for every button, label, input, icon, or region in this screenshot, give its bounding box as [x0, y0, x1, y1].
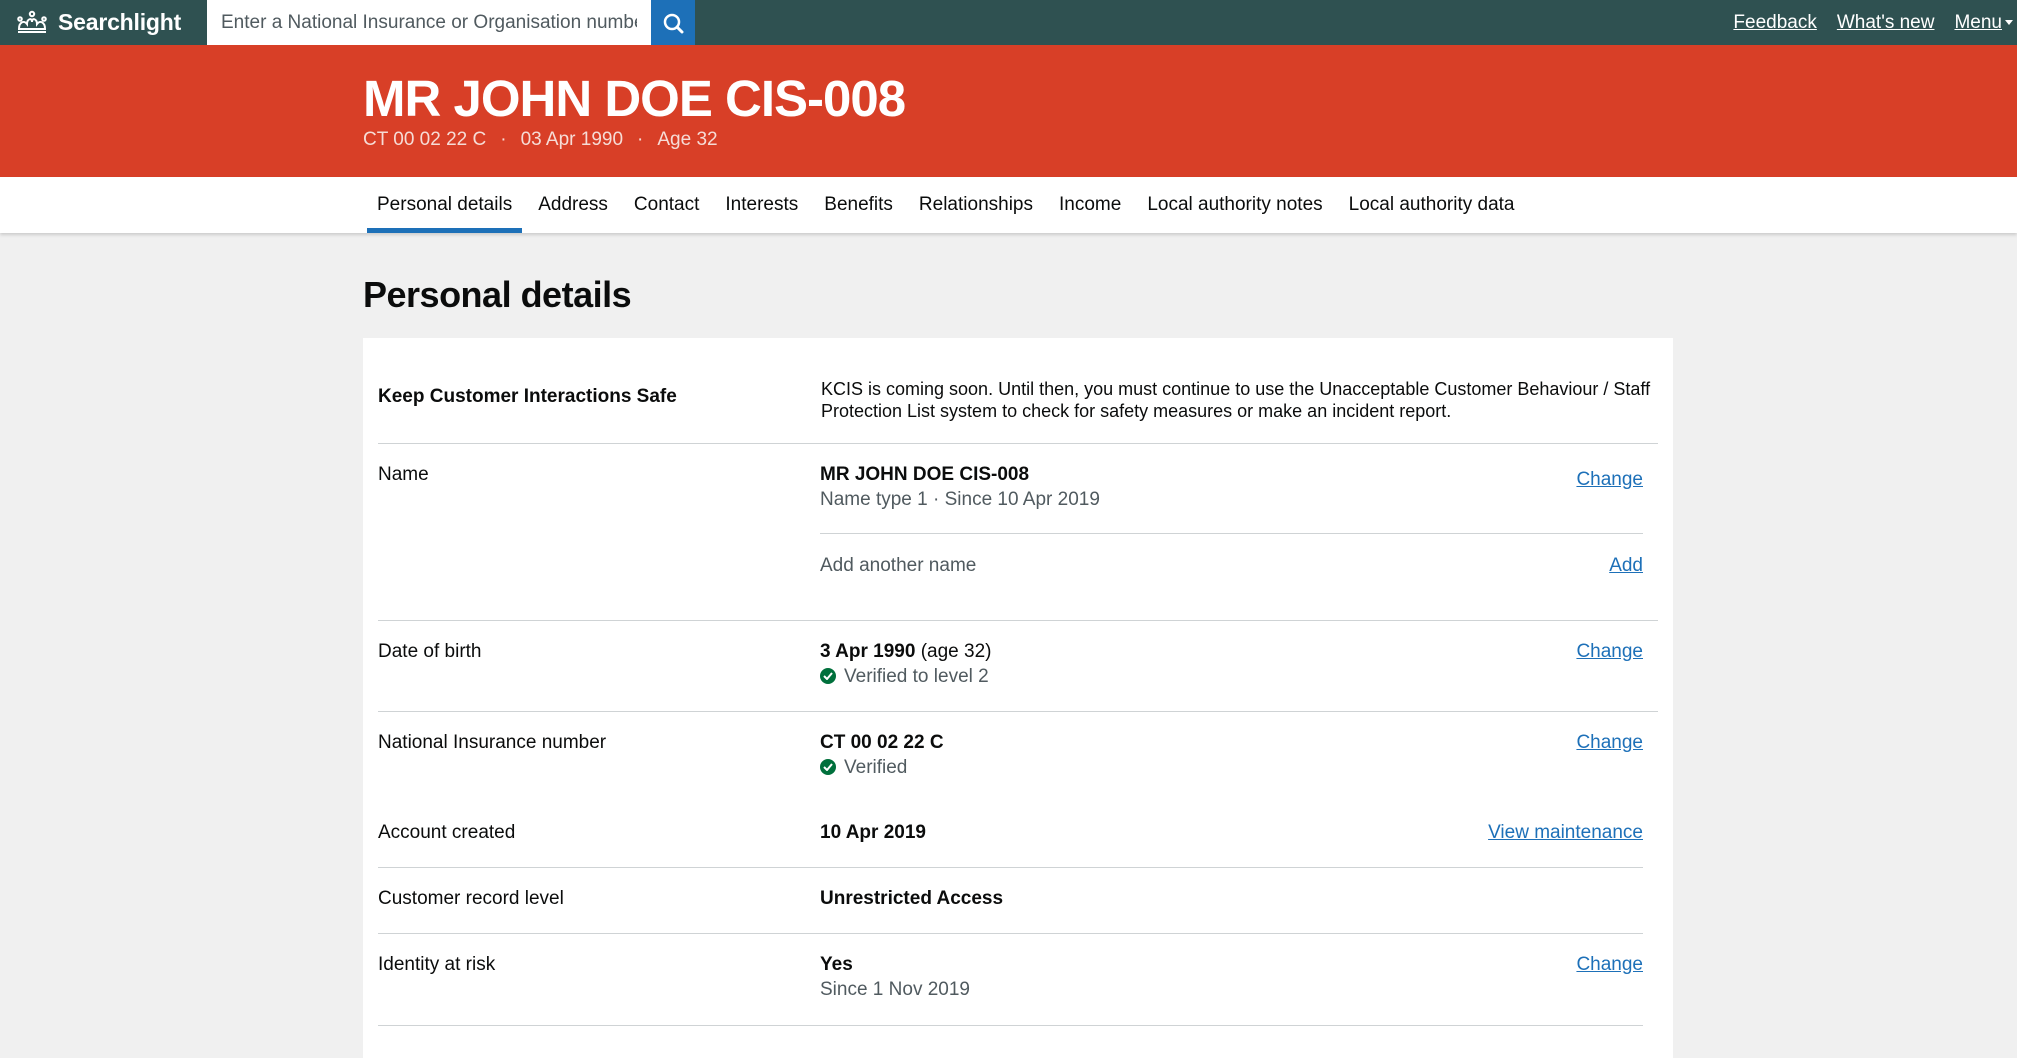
dob-value: 3 Apr 1990 (age 32): [820, 641, 991, 663]
details-card: Keep Customer Interactions Safe KCIS is …: [363, 338, 1673, 1058]
add-name-link[interactable]: Add: [1609, 555, 1643, 577]
customer-banner: MR JOHN DOE CIS-008 CT 00 02 22 C · 03 Apr…: [0, 45, 2017, 177]
dob-date: 3 Apr 1990: [820, 641, 916, 662]
tab-personal-details[interactable]: Personal details: [367, 177, 523, 233]
search-icon: [663, 13, 684, 33]
brand-name: Searchlight: [58, 9, 182, 35]
name-label: Name: [378, 464, 429, 485]
menu-label: Menu: [1954, 11, 2002, 33]
change-identity-risk-link[interactable]: Change: [1576, 954, 1643, 976]
tab-contact[interactable]: Contact: [624, 177, 709, 233]
customer-meta: CT 00 02 22 C · 03 Apr 1990 · Age 32: [363, 129, 718, 151]
check-circle-icon: [820, 759, 836, 775]
chevron-down-icon: [2005, 19, 2013, 25]
change-nino-link[interactable]: Change: [1576, 732, 1643, 754]
name-value: MR JOHN DOE CIS-008: [820, 464, 1030, 485]
tab-interests[interactable]: Interests: [715, 177, 808, 233]
tab-income[interactable]: Income: [1049, 177, 1131, 233]
check-circle-icon: [820, 668, 836, 684]
menu-link[interactable]: Menu: [1954, 12, 2013, 34]
search-button[interactable]: [651, 0, 695, 45]
brand[interactable]: Searchlight: [14, 9, 207, 36]
kcis-message: KCIS is coming soon. Until then, you mus…: [821, 379, 1651, 421]
tab-local-authority-notes[interactable]: Local authority notes: [1137, 177, 1332, 233]
view-maintenance-link[interactable]: View maintenance: [1488, 822, 1643, 844]
tab-relationships[interactable]: Relationships: [909, 177, 1043, 233]
top-links: Feedback What's new Menu: [1733, 0, 2017, 45]
record-level-label: Customer record level: [378, 888, 564, 909]
divider: [820, 533, 1643, 534]
dob-status-text: Verified to level 2: [844, 666, 989, 687]
whats-new-link[interactable]: What's new: [1837, 12, 1935, 34]
nino-status: Verified: [820, 757, 907, 779]
page-title: Personal details: [363, 274, 632, 315]
customer-name: MR JOHN DOE CIS-008: [363, 70, 906, 127]
account-created-label: Account created: [378, 822, 516, 843]
tab-address[interactable]: Address: [528, 177, 618, 233]
tab-local-authority-data[interactable]: Local authority data: [1339, 177, 1525, 233]
search-input[interactable]: [207, 0, 651, 45]
identity-risk-since: Since 1 Nov 2019: [820, 979, 970, 1000]
kcis-label: Keep Customer Interactions Safe: [378, 386, 677, 407]
dob-status: Verified to level 2: [820, 666, 989, 688]
nino-label: National Insurance number: [378, 732, 607, 753]
divider: [378, 711, 1658, 712]
customer-dob: 03 Apr 1990: [520, 129, 624, 150]
divider: [378, 1025, 1643, 1026]
customer-nino: CT 00 02 22 C: [363, 129, 487, 150]
tab-benefits[interactable]: Benefits: [814, 177, 903, 233]
search-bar: [207, 0, 695, 45]
divider: [378, 867, 1643, 868]
top-bar: Searchlight Feedback What's new Menu: [0, 0, 2017, 45]
separator: ·: [637, 129, 644, 150]
nino-value: CT 00 02 22 C: [820, 732, 944, 753]
separator: ·: [500, 129, 507, 150]
identity-risk-label: Identity at risk: [378, 954, 496, 975]
change-dob-link[interactable]: Change: [1576, 641, 1643, 663]
nino-status-text: Verified: [844, 757, 908, 778]
feedback-link[interactable]: Feedback: [1733, 12, 1816, 34]
divider: [378, 933, 1643, 934]
identity-risk-value: Yes: [820, 954, 853, 975]
add-name-text: Add another name: [820, 555, 977, 576]
change-name-link[interactable]: Change: [1576, 469, 1643, 491]
divider: [378, 620, 1658, 621]
divider: [378, 443, 1658, 444]
dob-age: (age 32): [920, 641, 992, 662]
dob-label: Date of birth: [378, 641, 482, 662]
tab-bar: Personal details Address Contact Interes…: [0, 177, 2017, 233]
record-level-value: Unrestricted Access: [820, 888, 1004, 909]
customer-age: Age 32: [657, 129, 718, 150]
name-type: Name type 1 · Since 10 Apr 2019: [820, 489, 1100, 510]
account-created-value: 10 Apr 2019: [820, 822, 926, 843]
crown-icon: [17, 10, 47, 33]
